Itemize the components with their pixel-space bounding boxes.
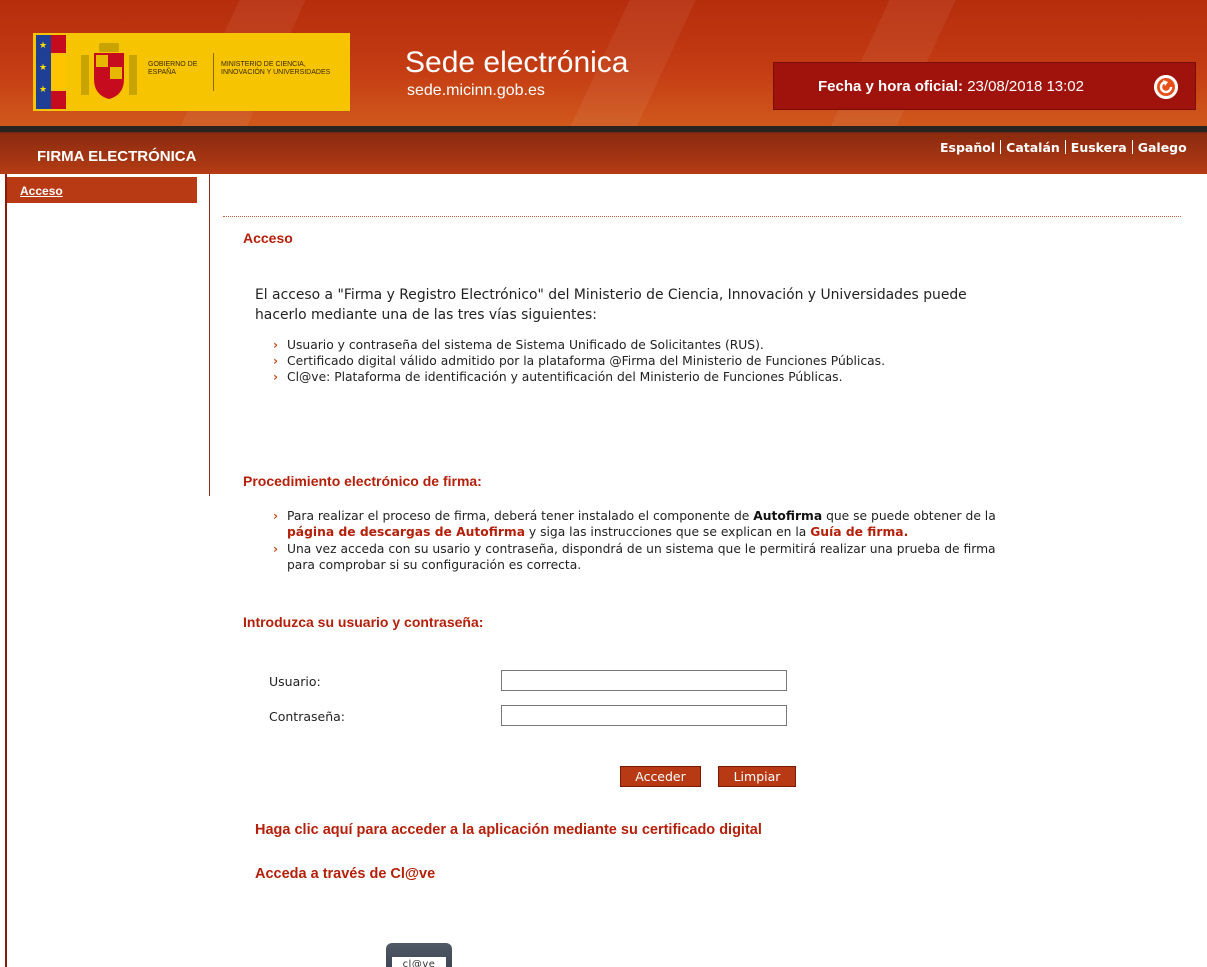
content-divider xyxy=(223,216,1181,217)
procedure-step-1-cont: página de descargas de Autofirma y siga … xyxy=(287,524,908,540)
sidebar-divider xyxy=(209,174,210,496)
clave-logo-icon: cl@ve xyxy=(392,957,446,967)
intro-line-1: El acceso a "Firma y Registro Electrónic… xyxy=(255,287,967,303)
access-option: Cl@ve: Plataforma de identificación y au… xyxy=(273,369,842,385)
heading-procedure: Procedimiento electrónico de firma: xyxy=(243,473,482,489)
clock-text: Fecha y hora oficial: 23/08/2018 13:02 xyxy=(818,78,1084,95)
logo-divider xyxy=(213,53,214,91)
language-selector: Español Catalán Euskera Galego xyxy=(940,140,1187,155)
lang-separator xyxy=(1064,140,1066,154)
flag-icon: ★ ★ ★ xyxy=(36,35,66,109)
proc-text: que se puede obtener de la xyxy=(822,509,996,523)
signature-guide-link[interactable]: Guía de firma. xyxy=(810,525,908,539)
heading-access: Acceso xyxy=(243,230,293,246)
autofirma-download-link[interactable]: página de descargas de Autofirma xyxy=(287,525,525,539)
official-clock: Fecha y hora oficial: 23/08/2018 13:02 xyxy=(773,62,1196,110)
password-input[interactable] xyxy=(501,705,787,726)
gov-right-text: MINISTERIO DE CIENCIA, INNOVACIÓN Y UNIV… xyxy=(221,61,331,76)
intro-line-2: hacerlo mediante una de las tres vías si… xyxy=(255,307,597,323)
certificate-access-link[interactable]: Haga clic aquí para acceder a la aplicac… xyxy=(255,822,762,838)
submit-button[interactable]: Acceder xyxy=(620,766,701,787)
section-title: FIRMA ELECTRÓNICA xyxy=(37,148,197,165)
clave-access-link[interactable]: Acceda a través de Cl@ve xyxy=(255,866,435,882)
access-option: Certificado digital válido admitido por … xyxy=(273,353,885,369)
proc-text: Para realizar el proceso de firma, deber… xyxy=(287,509,754,523)
site-header: ★ ★ ★ GOBIERNO DE ESPAÑA MINISTERIO DE C… xyxy=(0,0,1207,126)
sidebar-item-label[interactable]: Acceso xyxy=(20,184,63,198)
sidebar-item-acceso[interactable]: Acceso xyxy=(7,177,197,203)
procedure-step-2: Una vez acceda con su usario y contraseñ… xyxy=(273,541,996,557)
refresh-icon[interactable] xyxy=(1154,75,1178,99)
procedure-step-2-cont: para comprobar si su configuración es co… xyxy=(287,558,582,572)
autofirma-text: Autofirma xyxy=(753,509,823,523)
clock-label: Fecha y hora oficial: xyxy=(818,78,964,95)
site-title[interactable]: Sede electrónica xyxy=(405,46,628,80)
lang-espanol[interactable]: Español xyxy=(940,140,995,155)
lang-separator xyxy=(1131,140,1133,154)
access-option: Usuario y contraseña del sistema de Sist… xyxy=(273,337,764,353)
lang-catalan[interactable]: Catalán xyxy=(1006,140,1060,155)
heading-login: Introduzca su usuario y contraseña: xyxy=(243,614,484,630)
username-input[interactable] xyxy=(501,670,787,691)
proc-text: y siga las instrucciones que se explican… xyxy=(525,525,811,539)
username-label: Usuario: xyxy=(269,674,321,689)
lang-euskera[interactable]: Euskera xyxy=(1071,140,1127,155)
coat-of-arms-icon xyxy=(81,43,137,99)
gov-left-text: GOBIERNO DE ESPAÑA xyxy=(148,61,198,76)
clock-value: 23/08/2018 13:02 xyxy=(967,78,1084,95)
clave-logo-button[interactable]: cl@ve xyxy=(386,943,452,967)
password-label: Contraseña: xyxy=(269,709,345,724)
government-logo[interactable]: ★ ★ ★ GOBIERNO DE ESPAÑA MINISTERIO DE C… xyxy=(33,33,350,111)
clear-button[interactable]: Limpiar xyxy=(718,766,796,787)
lang-galego[interactable]: Galego xyxy=(1138,140,1187,155)
lang-separator xyxy=(1000,140,1002,154)
site-url: sede.micinn.gob.es xyxy=(407,82,545,99)
page-border xyxy=(5,174,7,967)
procedure-step-1: Para realizar el proceso de firma, deber… xyxy=(273,508,1187,524)
title-bar: FIRMA ELECTRÓNICA Español Catalán Euskera G… xyxy=(0,126,1207,174)
